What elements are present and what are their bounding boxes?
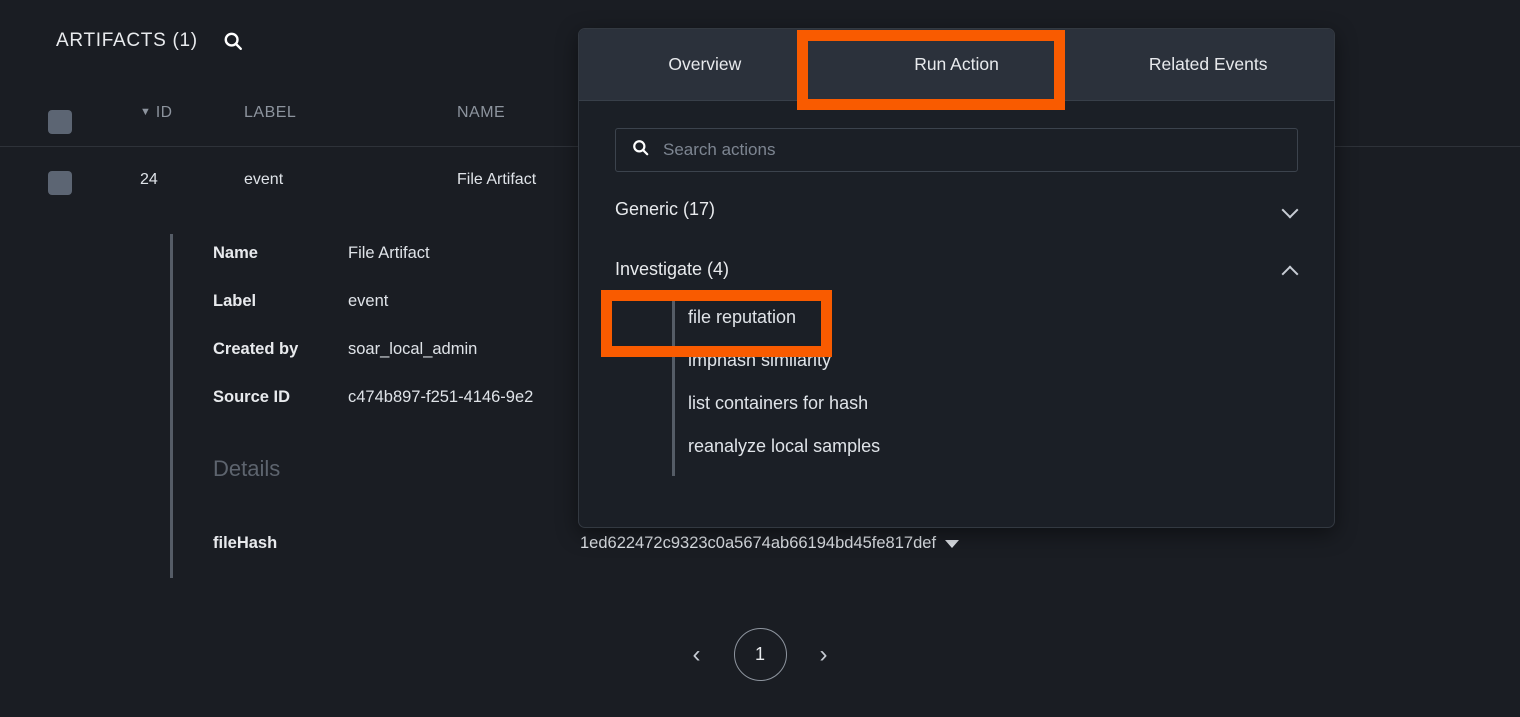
column-header-id-label: ID [155, 104, 173, 121]
detail-row-created-by: Created by soar_local_admin [213, 340, 477, 359]
pagination: ‹ 1 › [0, 628, 1520, 681]
detail-key: Name [213, 244, 258, 262]
search-icon [631, 138, 650, 162]
detail-row-label: Label event [213, 292, 388, 311]
select-all-checkbox[interactable] [48, 110, 72, 134]
tab-overview[interactable]: Overview [579, 29, 831, 100]
detail-key: Created by [213, 340, 299, 358]
action-group-investigate: Investigate (4) file reputation imphash … [615, 246, 1298, 476]
action-group-generic: Generic (17) [615, 186, 1298, 232]
next-page-button[interactable]: › [813, 642, 835, 667]
filehash-value[interactable]: 1ed622472c9323c0a5674ab66194bd45fe817def [580, 534, 960, 553]
detail-row-filehash: fileHash [213, 534, 348, 553]
details-subheading: Details [213, 456, 281, 481]
cell-label: event [244, 171, 284, 188]
action-item-imphash-similarity[interactable]: imphash similarity [675, 339, 1298, 382]
page-number-1[interactable]: 1 [733, 628, 787, 681]
action-group-investigate-header[interactable]: Investigate (4) [615, 246, 1298, 292]
detail-row-name: Name File Artifact [213, 244, 430, 263]
panel-tab-bar: Overview Run Action Related Events [579, 29, 1334, 101]
cell-name: File Artifact [457, 171, 537, 188]
action-group-generic-header[interactable]: Generic (17) [615, 186, 1298, 232]
page-title: ARTIFACTS (1) [56, 30, 198, 51]
tab-related-events[interactable]: Related Events [1082, 29, 1334, 100]
column-header-id[interactable]: ▼ ID [140, 104, 172, 122]
previous-page-button[interactable]: ‹ [686, 642, 708, 667]
sort-descending-icon: ▼ [140, 106, 151, 118]
action-group-investigate-title: Investigate (4) [615, 258, 730, 279]
cell-id: 24 [140, 171, 158, 188]
search-icon[interactable] [220, 28, 246, 54]
run-action-panel: Overview Run Action Related Events Gener… [578, 28, 1335, 528]
detail-value: c474b897-f251-4146-9e2 [348, 388, 534, 406]
tab-run-action[interactable]: Run Action [831, 29, 1083, 100]
column-header-name[interactable]: NAME [457, 104, 505, 122]
action-list-investigate: file reputation imphash similarity list … [672, 292, 1298, 476]
search-actions-input[interactable] [663, 140, 1282, 160]
detail-value: File Artifact [348, 244, 430, 262]
chevron-up-icon[interactable] [1282, 261, 1298, 277]
chevron-down-icon[interactable] [1282, 201, 1298, 217]
detail-key: Source ID [213, 388, 291, 406]
search-actions-box[interactable] [615, 128, 1298, 172]
detail-key: fileHash [213, 534, 278, 552]
panel-body: Generic (17) Investigate (4) file reputa… [579, 101, 1334, 476]
action-item-list-containers-for-hash[interactable]: list containers for hash [675, 382, 1298, 425]
column-header-label[interactable]: LABEL [244, 104, 296, 122]
artifacts-header: ARTIFACTS (1) [0, 28, 246, 54]
detail-value: event [348, 292, 389, 310]
detail-key: Label [213, 292, 257, 310]
action-item-reanalyze-local-samples[interactable]: reanalyze local samples [675, 425, 1298, 468]
filehash-value-text: 1ed622472c9323c0a5674ab66194bd45fe817def [580, 534, 937, 552]
row-checkbox[interactable] [48, 171, 72, 195]
caret-down-icon[interactable] [945, 539, 960, 548]
action-group-generic-title: Generic (17) [615, 198, 716, 219]
action-item-file-reputation[interactable]: file reputation [675, 296, 1298, 339]
detail-value: soar_local_admin [348, 340, 478, 358]
detail-row-source-id: Source ID c474b897-f251-4146-9e2 [213, 388, 533, 407]
